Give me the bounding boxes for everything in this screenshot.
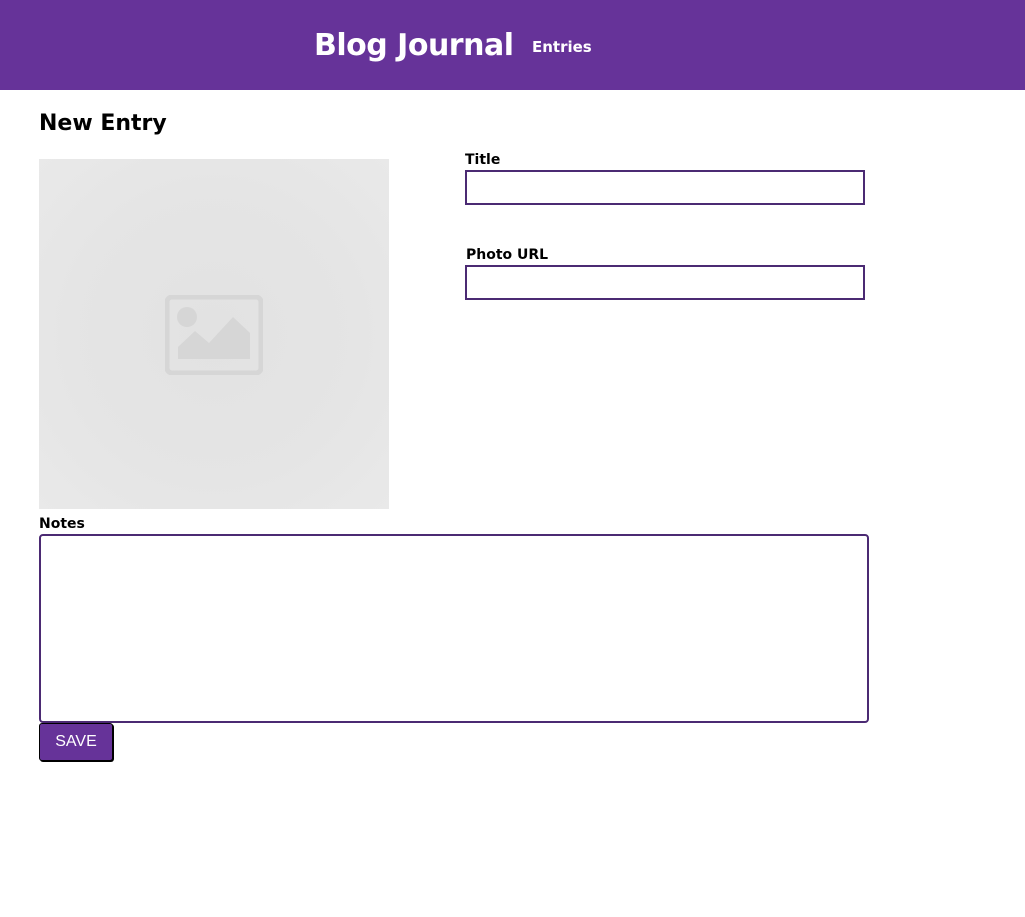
photo-preview <box>39 159 389 509</box>
top-navbar: Blog Journal Entries <box>0 0 1025 90</box>
page-title: New Entry <box>39 111 167 136</box>
photo-url-label: Photo URL <box>466 247 549 263</box>
photo-url-input[interactable] <box>465 265 865 300</box>
title-label: Title <box>465 152 501 168</box>
notes-label: Notes <box>39 516 85 532</box>
save-button[interactable]: SAVE <box>39 723 113 761</box>
image-placeholder-icon <box>165 295 263 375</box>
nav-link-entries[interactable]: Entries <box>532 37 592 57</box>
brand-title[interactable]: Blog Journal <box>314 26 514 66</box>
title-input[interactable] <box>465 170 865 205</box>
notes-textarea[interactable] <box>39 534 869 723</box>
